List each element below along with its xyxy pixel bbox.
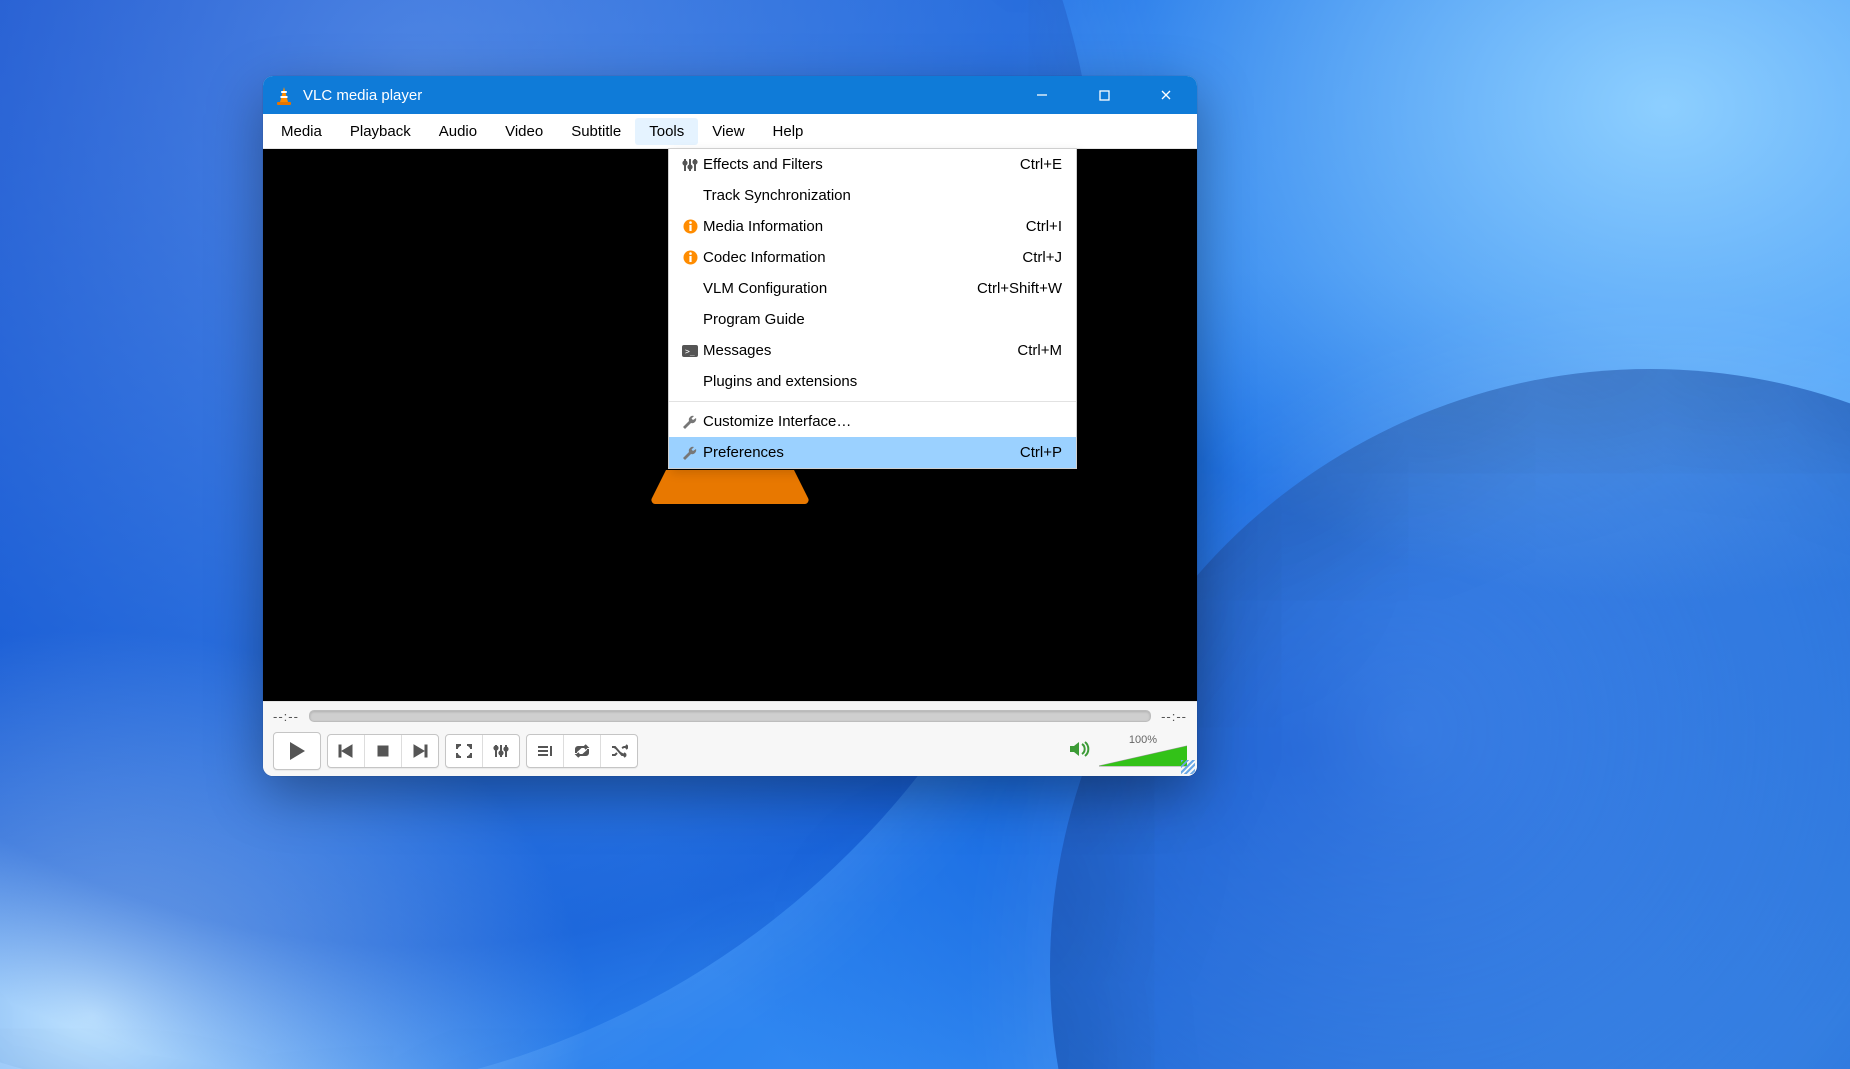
info-icon [677, 250, 703, 265]
vlc-window: VLC media player MediaPlaybackAudioVideo… [263, 76, 1197, 776]
previous-button[interactable] [328, 735, 365, 767]
menu-item-track-synchronization[interactable]: Track Synchronization [669, 180, 1076, 211]
menu-item-label: Messages [703, 342, 771, 359]
menu-item-label: Effects and Filters [703, 156, 823, 173]
menu-audio[interactable]: Audio [425, 118, 491, 145]
seek-row: --:-- --:-- [273, 706, 1187, 726]
menu-item-program-guide[interactable]: Program Guide [669, 304, 1076, 335]
next-button[interactable] [402, 735, 438, 767]
menu-item-shortcut: Ctrl+Shift+W [977, 280, 1062, 297]
menu-item-label: Track Synchronization [703, 187, 851, 204]
menu-item-effects-and-filters[interactable]: Effects and Filters Ctrl+E [669, 149, 1076, 180]
stop-button[interactable] [365, 735, 402, 767]
menu-item-label: Plugins and extensions [703, 373, 857, 390]
controls-bar: --:-- --:-- [263, 701, 1197, 776]
menu-item-plugins-and-extensions[interactable]: Plugins and extensions [669, 366, 1076, 397]
menu-help[interactable]: Help [759, 118, 818, 145]
menu-item-label: VLM Configuration [703, 280, 827, 297]
extended-settings-button[interactable] [483, 735, 519, 767]
sliders-icon [677, 158, 703, 172]
menu-separator [669, 401, 1076, 402]
speaker-icon[interactable] [1069, 740, 1091, 762]
fullscreen-button[interactable] [446, 735, 483, 767]
wrench-icon [677, 414, 703, 430]
menu-item-label: Codec Information [703, 249, 826, 266]
menu-item-shortcut: Ctrl+J [1022, 249, 1062, 266]
menu-item-shortcut: Ctrl+I [1026, 218, 1062, 235]
titlebar[interactable]: VLC media player [263, 76, 1197, 114]
info-icon [677, 219, 703, 234]
menu-subtitle[interactable]: Subtitle [557, 118, 635, 145]
menu-item-label: Preferences [703, 444, 784, 461]
maximize-button[interactable] [1073, 76, 1135, 114]
volume-slider[interactable] [1099, 744, 1187, 768]
menu-tools[interactable]: Tools [635, 118, 698, 145]
resize-grip[interactable] [1181, 760, 1195, 774]
window-title: VLC media player [303, 87, 422, 104]
menu-item-label: Program Guide [703, 311, 805, 328]
menu-item-vlm-configuration[interactable]: VLM Configuration Ctrl+Shift+W [669, 273, 1076, 304]
minimize-button[interactable] [1011, 76, 1073, 114]
menu-media[interactable]: Media [267, 118, 336, 145]
vlc-cone-icon [273, 84, 295, 106]
term-icon: >_ [677, 345, 703, 357]
menu-item-codec-information[interactable]: Codec Information Ctrl+J [669, 242, 1076, 273]
loop-button[interactable] [564, 735, 601, 767]
menubar: MediaPlaybackAudioVideoSubtitleToolsView… [263, 114, 1197, 149]
menu-view[interactable]: View [698, 118, 758, 145]
menu-item-messages[interactable]: >_ Messages Ctrl+M [669, 335, 1076, 366]
menu-item-preferences[interactable]: Preferences Ctrl+P [669, 437, 1076, 468]
menu-item-media-information[interactable]: Media Information Ctrl+I [669, 211, 1076, 242]
menu-item-label: Customize Interface… [703, 413, 851, 430]
menu-item-customize-interface[interactable]: Customize Interface… [669, 406, 1076, 437]
menu-playback[interactable]: Playback [336, 118, 425, 145]
time-elapsed: --:-- [273, 709, 299, 724]
menu-item-label: Media Information [703, 218, 823, 235]
svg-text:>_: >_ [685, 347, 695, 356]
close-button[interactable] [1135, 76, 1197, 114]
menu-video[interactable]: Video [491, 118, 557, 145]
menu-item-shortcut: Ctrl+P [1020, 444, 1062, 461]
menu-item-shortcut: Ctrl+E [1020, 156, 1062, 173]
shuffle-button[interactable] [601, 735, 637, 767]
seek-slider[interactable] [309, 710, 1151, 722]
menu-item-shortcut: Ctrl+M [1017, 342, 1062, 359]
tools-menu-dropdown: Effects and Filters Ctrl+E Track Synchroni… [668, 148, 1077, 469]
play-button[interactable] [273, 732, 321, 770]
time-total: --:-- [1161, 709, 1187, 724]
playlist-button[interactable] [527, 735, 564, 767]
wrench-icon [677, 445, 703, 461]
